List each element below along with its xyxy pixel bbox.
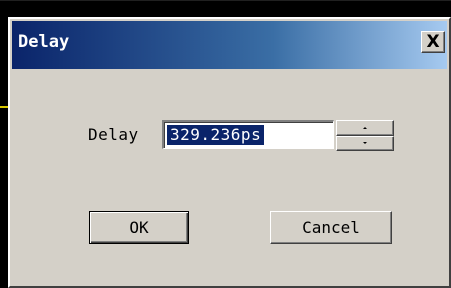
ok-button[interactable]: OK: [89, 211, 189, 244]
title-bar[interactable]: Delay X: [12, 21, 447, 69]
background-grid-line: [0, 0, 451, 1]
spin-up-button[interactable]: [336, 120, 394, 136]
delay-input[interactable]: 329.236ps: [162, 120, 334, 149]
arrow-up-icon: [363, 126, 367, 129]
spin-down-button[interactable]: [336, 135, 394, 151]
delay-value-selected[interactable]: 329.236ps: [167, 125, 265, 145]
background-trace: [0, 106, 8, 108]
ok-button-label: OK: [129, 218, 149, 237]
cancel-button-label: Cancel: [302, 218, 360, 237]
close-icon: X: [426, 31, 440, 52]
delay-dialog: Delay X Delay 329.236ps OK Cancel: [8, 17, 451, 288]
close-button[interactable]: X: [421, 31, 445, 53]
arrow-down-icon: [363, 142, 367, 145]
delay-spinner[interactable]: [336, 120, 394, 151]
dialog-title: Delay: [18, 32, 70, 52]
delay-label: Delay: [88, 125, 139, 144]
cancel-button[interactable]: Cancel: [270, 211, 392, 244]
